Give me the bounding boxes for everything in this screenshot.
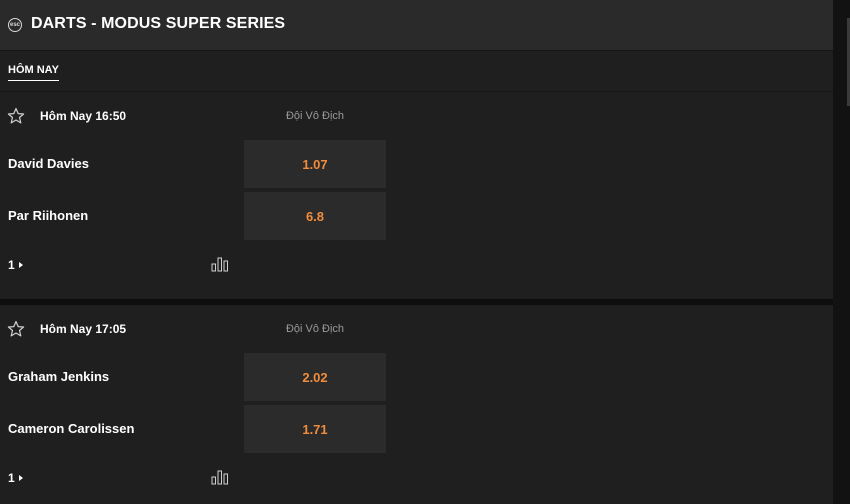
match-card: Hôm Nay 17:05 Đội Vô Địch Graham Jenkins… bbox=[0, 305, 833, 501]
main-panel: esc DARTS - MODUS SUPER SERIES HÔM NAY H… bbox=[0, 0, 833, 504]
tab-today[interactable]: HÔM NAY bbox=[8, 64, 59, 81]
match-time: Hôm Nay 17:05 bbox=[40, 322, 127, 336]
odds-button[interactable]: 6.8 bbox=[244, 192, 386, 240]
odds-value: 6.8 bbox=[305, 208, 325, 224]
page-title: DARTS - MODUS SUPER SERIES bbox=[31, 15, 286, 32]
player-name: Graham Jenkins bbox=[8, 369, 110, 384]
player-name: Cameron Carolissen bbox=[8, 421, 135, 436]
odds-button[interactable]: 1.71 bbox=[244, 405, 386, 453]
stats-chart-icon[interactable] bbox=[211, 256, 229, 272]
match-card: Hôm Nay 16:50 Đội Vô Địch David Davies 1… bbox=[0, 92, 833, 288]
caret-right-icon bbox=[18, 475, 23, 481]
player-name: David Davies bbox=[8, 156, 89, 171]
right-sidebar bbox=[833, 0, 850, 504]
favorite-star-icon[interactable] bbox=[7, 107, 25, 125]
more-markets-count: 1 bbox=[8, 471, 15, 485]
market-label: Đội Vô Địch bbox=[285, 323, 345, 335]
sport-logo-icon: esc bbox=[8, 18, 22, 32]
favorite-star-icon[interactable] bbox=[7, 320, 25, 338]
tab-bar: HÔM NAY bbox=[0, 51, 833, 92]
odds-button[interactable]: 1.07 bbox=[244, 140, 386, 188]
odds-value: 2.02 bbox=[302, 369, 328, 385]
odds-button[interactable]: 2.02 bbox=[244, 353, 386, 401]
market-label: Đội Vô Địch bbox=[285, 110, 345, 122]
more-markets-link[interactable]: 1 bbox=[8, 471, 23, 485]
more-markets-count: 1 bbox=[8, 258, 15, 272]
caret-right-icon bbox=[18, 262, 23, 268]
odds-value: 1.07 bbox=[302, 156, 328, 172]
match-time: Hôm Nay 16:50 bbox=[40, 109, 127, 123]
more-markets-link[interactable]: 1 bbox=[8, 258, 23, 272]
player-name: Par Riihonen bbox=[8, 208, 89, 223]
stats-chart-icon[interactable] bbox=[211, 469, 229, 485]
odds-value: 1.71 bbox=[302, 421, 328, 437]
logo-text: esc bbox=[9, 22, 20, 28]
competition-header: esc DARTS - MODUS SUPER SERIES bbox=[0, 0, 833, 51]
